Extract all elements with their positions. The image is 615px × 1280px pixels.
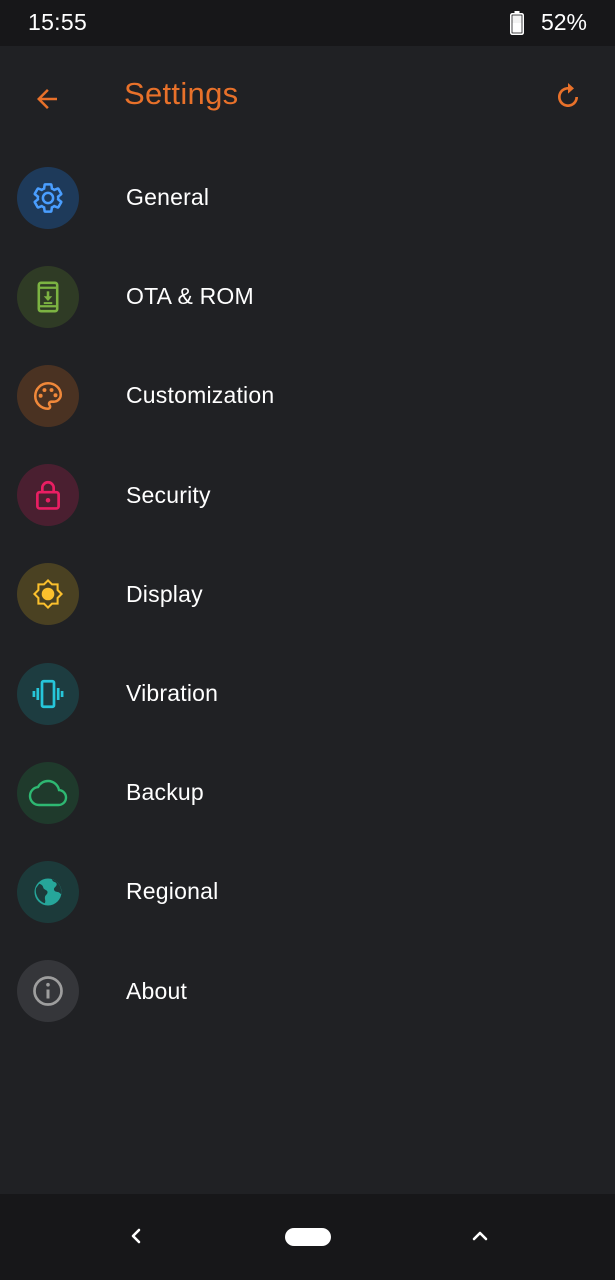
status-time: 15:55 bbox=[28, 9, 88, 35]
back-button[interactable] bbox=[22, 74, 72, 124]
settings-item-security[interactable]: Security bbox=[0, 446, 615, 545]
settings-item-label: Regional bbox=[126, 878, 219, 905]
battery-percent: 52% bbox=[540, 9, 587, 35]
chevron-up-icon bbox=[472, 1231, 488, 1241]
backup-icon-circle bbox=[17, 761, 79, 824]
cloud-icon bbox=[28, 779, 68, 806]
info-icon bbox=[33, 976, 63, 1006]
battery-icon bbox=[509, 10, 524, 35]
reset-button[interactable] bbox=[543, 72, 593, 122]
settings-item-label: General bbox=[126, 184, 210, 211]
status-bar: 15:55 52% bbox=[0, 0, 615, 46]
settings-item-display[interactable]: Display bbox=[0, 545, 615, 644]
settings-item-customization[interactable]: Customization bbox=[0, 346, 615, 445]
about-icon-circle bbox=[17, 960, 79, 1023]
settings-item-label: About bbox=[126, 977, 188, 1004]
settings-item-about[interactable]: About bbox=[0, 942, 615, 1041]
settings-item-label: Vibration bbox=[126, 680, 219, 707]
general-icon-circle bbox=[17, 166, 79, 229]
restore-icon bbox=[558, 83, 578, 107]
display-icon-circle bbox=[17, 563, 79, 626]
settings-item-label: OTA & ROM bbox=[126, 283, 254, 310]
settings-item-ota-rom[interactable]: OTA & ROM bbox=[0, 247, 615, 346]
palette-icon bbox=[33, 381, 63, 410]
settings-item-backup[interactable]: Backup bbox=[0, 743, 615, 842]
home-pill-icon[interactable] bbox=[285, 1228, 331, 1246]
gear-icon bbox=[33, 182, 63, 213]
vibration-icon-circle bbox=[17, 662, 79, 725]
settings-item-label: Customization bbox=[126, 382, 275, 409]
settings-item-regional[interactable]: Regional bbox=[0, 842, 615, 941]
customization-icon-circle bbox=[17, 364, 79, 427]
arrow-back-icon bbox=[37, 89, 57, 109]
security-icon-circle bbox=[17, 464, 79, 527]
settings-item-general[interactable]: General bbox=[0, 148, 615, 247]
vibration-icon bbox=[32, 679, 64, 708]
navigation-bar bbox=[0, 1194, 615, 1280]
system-update-icon bbox=[37, 281, 59, 313]
ota-icon-circle bbox=[17, 265, 79, 328]
recents-button[interactable] bbox=[460, 1216, 500, 1256]
brightness-icon bbox=[32, 579, 64, 610]
lock-icon bbox=[36, 481, 60, 510]
globe-icon bbox=[34, 878, 62, 906]
settings-item-label: Security bbox=[126, 481, 211, 508]
app-bar: Settings bbox=[0, 46, 615, 150]
nav-back-button[interactable] bbox=[116, 1216, 156, 1256]
page-title: Settings bbox=[124, 76, 239, 111]
nav-back-icon bbox=[131, 1228, 141, 1244]
settings-item-label: Display bbox=[126, 580, 203, 607]
status-right: 52% bbox=[509, 9, 587, 36]
settings-item-vibration[interactable]: Vibration bbox=[0, 644, 615, 743]
settings-item-label: Backup bbox=[126, 779, 204, 806]
regional-icon-circle bbox=[17, 860, 79, 923]
settings-list: General OTA & ROM Customization Security… bbox=[0, 148, 615, 1041]
